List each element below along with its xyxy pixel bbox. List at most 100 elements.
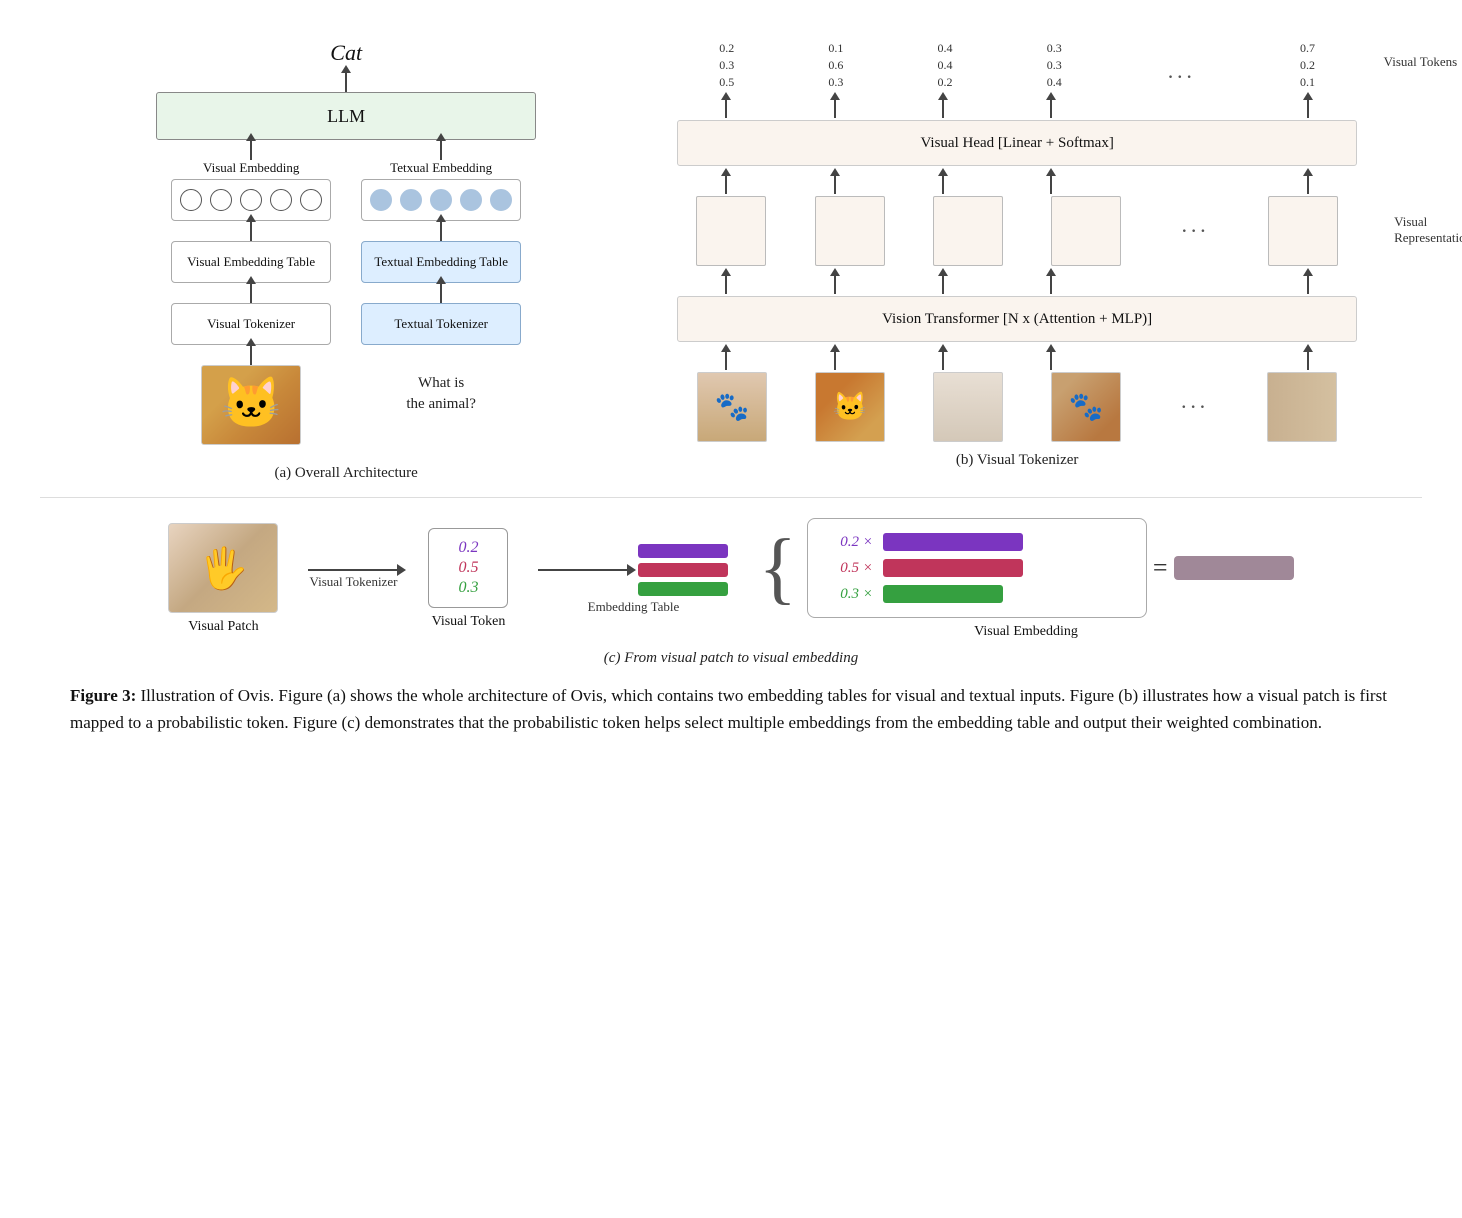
arrow-vis-tok-up [250,283,252,303]
up-arrow-v1 [721,268,731,294]
diagram-b-label: (b) Visual Tokenizer [956,452,1078,469]
token-col-3: 0.40.40.2 [938,40,953,90]
embed-bar-green [638,582,728,596]
diagram-c: 🖐️ Visual Patch Visual Tokenizer 0.2 0.5… [40,497,1422,672]
arrow-textual-embed-up [440,140,442,160]
result-mult-red: 0.5 × [828,560,873,577]
diagram-a-label: (a) Overall Architecture [275,465,418,482]
caption-title: Figure 3: [70,686,136,705]
circle1 [180,189,202,211]
rep-square-5 [1268,196,1338,266]
textual-embed-label: Tetxual Embedding [390,160,492,176]
tcircle3 [430,189,452,211]
arrow-line-2 [538,569,628,571]
embed-bar-red [638,563,728,577]
result-mult-green: 0.3 × [828,586,873,603]
circle5 [300,189,322,211]
equals-sign: = [1153,553,1168,583]
tcircle5 [490,189,512,211]
patch-3 [933,372,1003,442]
result-bar-purple [883,533,1023,551]
up-arrow-3 [938,92,948,118]
tcircle1 [370,189,392,211]
visual-embedding-label: Visual Embedding [974,624,1078,640]
figure-caption: Figure 3: Illustration of Ovis. Figure (… [40,672,1422,746]
visual-token-box: 0.2 0.5 0.3 [428,528,508,608]
c-arrow-visual-tokenizer: Visual Tokenizer [308,569,398,590]
vit-box: Vision Transformer [N x (Attention + MLP… [677,296,1357,342]
visual-token-label: Visual Token [432,614,506,630]
circle2 [210,189,232,211]
token-val-5: 0.70.20.1 [1300,40,1315,90]
arrow-to-embed [538,569,628,571]
arrow-txt-tok-up [440,283,442,303]
patch-row: 🐾 🐱 🐾 ··· [677,372,1357,442]
up-arrow-r1 [721,168,731,194]
visual-head-box: Visual Head [Linear + Softmax] [677,120,1357,166]
arrow-textual-table-up [440,221,442,241]
patch-5 [1267,372,1337,442]
up-arrow-v5 [1303,268,1313,294]
figure-container: Cat LLM Visual Embedding [40,30,1422,746]
token-val-2: 0.10.60.3 [828,40,843,90]
embed-bar-purple [638,544,728,558]
visual-tokens-side-label: Visual Tokens [1384,54,1458,70]
token-val-red: 0.5 [458,559,478,577]
up-arrow-p3 [938,344,948,370]
up-arrow-r4 [1046,168,1056,194]
c-arrow-embedding-table: Embedding Table [538,544,728,615]
patch-4: 🐾 [1051,372,1121,442]
b-top-section: 0.20.30.5 0.10.60.3 0.40.40.2 0.30.30.4 [677,40,1357,442]
caption-text: Illustration of Ovis. Figure (a) shows t… [70,686,1387,732]
top-row: Cat LLM Visual Embedding [40,30,1422,492]
result-mult-purple: 0.2 × [828,534,873,551]
visual-embed-label: Visual Embedding [203,160,299,176]
arrow-visual-embed-up [250,140,252,160]
patch-1: 🐾 [697,372,767,442]
result-bar-green [883,585,1003,603]
up-arrow-p1 [721,344,731,370]
textual-tokenizer-box: Textual Tokenizer [361,303,521,345]
circle3 [240,189,262,211]
arrow-visual-table-up [250,221,252,241]
circle4 [270,189,292,211]
up-arrow-p2 [830,344,840,370]
token-col-4: 0.30.30.4 [1047,40,1062,90]
visual-patch-label: Visual Patch [188,619,258,635]
rep-square-1 [696,196,766,266]
visual-patch-image: 🖐️ [168,523,278,613]
result-bar-red [883,559,1023,577]
up-arrow-p5 [1303,344,1313,370]
diagram-b: 0.20.30.5 0.10.60.3 0.40.40.2 0.30.30.4 [632,40,1402,469]
diagram-a: Cat LLM Visual Embedding [60,40,632,482]
up-arrow-2 [830,92,840,118]
embedding-table-bars [638,544,728,596]
diagram-c-content: 🖐️ Visual Patch Visual Tokenizer 0.2 0.5… [168,518,1293,640]
visual-reps-side-label: VisualRepresentations [1394,214,1462,246]
token-col-2: 0.10.60.3 [828,40,843,90]
token-val-3: 0.40.40.2 [938,40,953,90]
result-row-purple: 0.2 × [828,533,1126,551]
dots-2: ··· [1170,218,1220,244]
final-embed-bar [1174,556,1294,580]
token-val-purple: 0.2 [458,539,478,557]
arrow-to-token [308,569,398,571]
diagram-c-label: (c) From visual patch to visual embeddin… [604,650,858,667]
token-val-4: 0.30.30.4 [1047,40,1062,90]
up-arrow-r3 [938,168,948,194]
up-arrow-4 [1046,92,1056,118]
arrow-line-1 [308,569,398,571]
up-arrow-v2 [830,268,840,294]
rep-square-4 [1051,196,1121,266]
up-arrow-1 [721,92,731,118]
token-col-5: 0.70.20.1 [1300,40,1315,90]
arrow-cat-img-up [250,345,252,365]
token-val-1: 0.20.30.5 [719,40,734,90]
tcircle2 [400,189,422,211]
up-arrow-p4 [1046,344,1056,370]
question-text: What isthe animal? [406,373,476,415]
patch-2: 🐱 [815,372,885,442]
rep-square-2 [815,196,885,266]
llm-box: LLM [156,92,536,140]
cat-image [201,365,301,445]
